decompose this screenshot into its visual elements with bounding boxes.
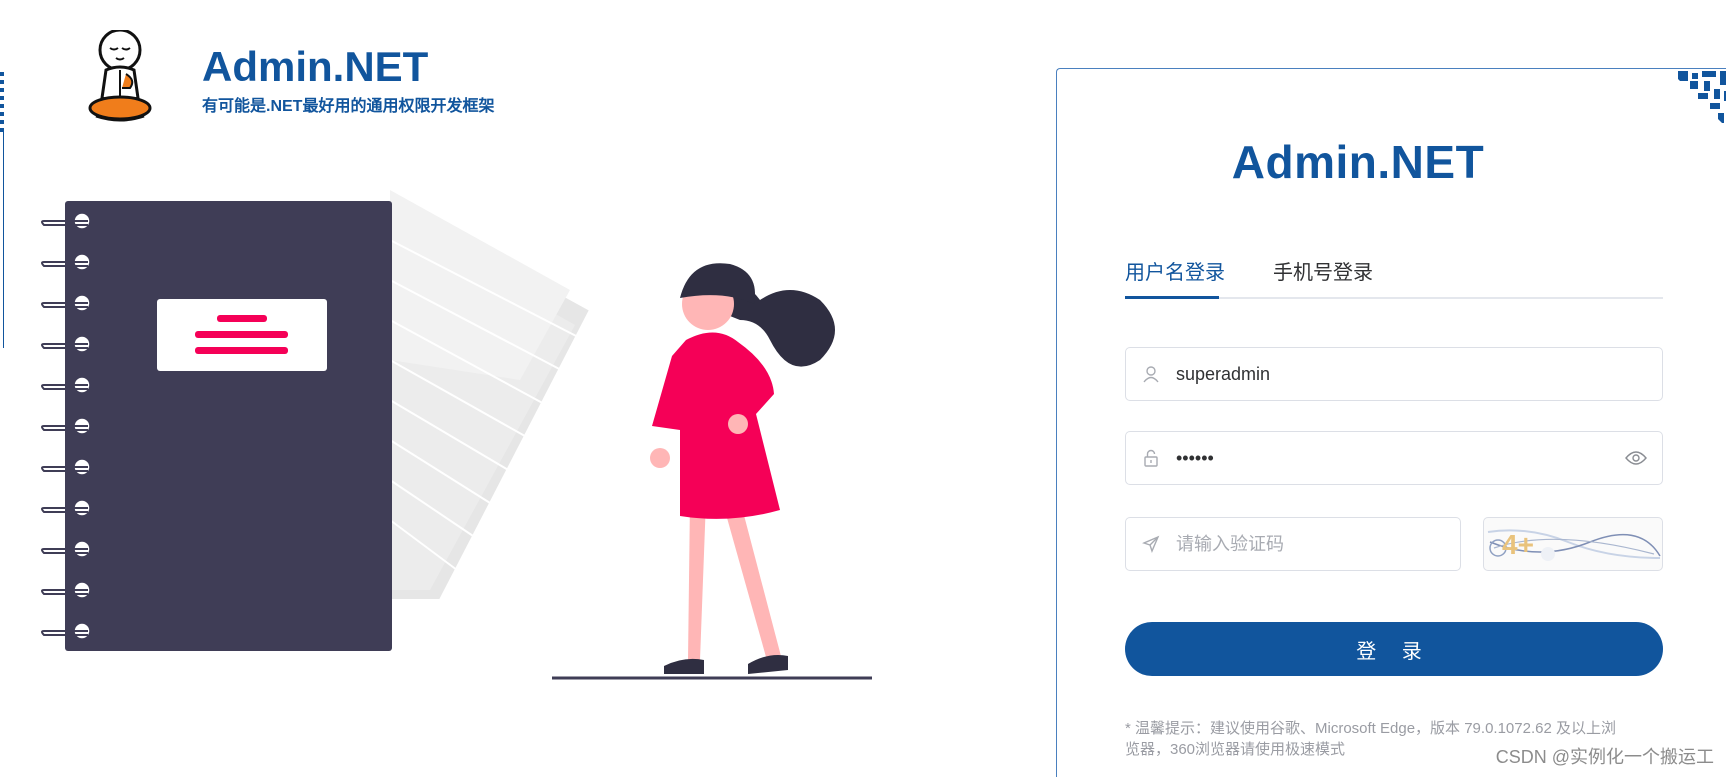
notebook-illustration	[41, 201, 392, 651]
card-title: Admin.NET	[1231, 136, 1485, 188]
tab-phone-login[interactable]: 手机号登录	[1273, 259, 1373, 287]
captcha-digit: 4+	[1502, 529, 1534, 560]
notebook-woman-illustration	[41, 190, 872, 680]
qr-code-corner-icon[interactable]	[1668, 69, 1726, 137]
captcha-field	[1125, 517, 1461, 571]
captcha-input[interactable]	[1176, 518, 1460, 570]
username-input[interactable]	[1176, 348, 1662, 400]
username-field	[1125, 347, 1663, 401]
send-icon	[1126, 535, 1176, 553]
captcha-image[interactable]: 4+	[1483, 517, 1663, 571]
brand-title: Admin.NET	[202, 43, 429, 90]
login-card: Admin.NET 用户名登录 手机号登录 superadmin •••••• …	[1056, 68, 1726, 777]
woman-illustration	[552, 263, 872, 680]
csdn-watermark: CSDN @实例化一个搬运工	[1495, 747, 1714, 767]
password-field	[1125, 431, 1663, 485]
active-tab-indicator	[1125, 296, 1219, 299]
password-input[interactable]	[1176, 432, 1610, 484]
user-icon	[1126, 365, 1176, 383]
left-edge-qr-pattern	[0, 68, 4, 132]
tab-username-login[interactable]: 用户名登录	[1125, 259, 1225, 287]
browser-tip-line1: * 温馨提示：建议使用谷歌、Microsoft Edge，版本 79.0.107…	[1125, 720, 1616, 737]
eye-icon[interactable]	[1610, 451, 1662, 465]
login-page: Admin.NET 有可能是.NET最好用的通用权限开发框架 Admin.NET…	[0, 0, 1726, 777]
brand-subtitle: 有可能是.NET最好用的通用权限开发框架	[202, 98, 495, 115]
lock-icon	[1126, 449, 1176, 467]
brand-text: Admin.NET 有可能是.NET最好用的通用权限开发框架	[202, 44, 494, 116]
login-tabs: 用户名登录 手机号登录	[1125, 259, 1663, 299]
monk-logo-icon	[88, 30, 152, 122]
brand-header: Admin.NET 有可能是.NET最好用的通用权限开发框架	[88, 30, 494, 122]
stacked-pages-illustration	[389, 190, 592, 601]
login-button[interactable]: 登 录	[1125, 622, 1663, 676]
